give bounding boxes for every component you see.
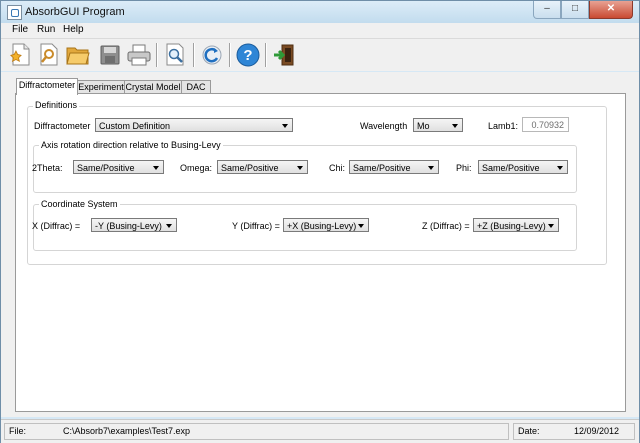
- diffractometer-label: Diffractometer: [34, 121, 91, 131]
- coordinate-system-group: Coordinate System X (Diffrac) = -Y (Busi…: [32, 199, 577, 251]
- exit-icon[interactable]: [271, 42, 297, 68]
- twotheta-select-value: Same/Positive: [77, 163, 135, 173]
- lamb1-field[interactable]: 0.70932: [522, 117, 569, 132]
- status-date-label: Date:: [518, 426, 540, 436]
- tab-crystal-model[interactable]: Crystal Model: [124, 80, 182, 94]
- phi-label: Phi:: [456, 163, 472, 173]
- twotheta-select[interactable]: Same/Positive: [73, 160, 164, 174]
- preview-icon[interactable]: [162, 42, 188, 68]
- menu-run[interactable]: Run: [37, 24, 55, 35]
- help-glyph: ?: [243, 47, 252, 64]
- twotheta-label: 2Theta:: [32, 163, 63, 173]
- maximize-button[interactable]: □: [561, 1, 589, 19]
- definitions-legend: Definitions: [33, 100, 80, 110]
- status-file-label: File:: [9, 426, 27, 436]
- tab-diffractometer[interactable]: Diffractometer: [16, 78, 78, 95]
- toolbar-separator: [229, 43, 231, 67]
- toolbar-separator: [156, 43, 158, 67]
- axis-rotation-group: Axis rotation direction relative to Busi…: [32, 140, 577, 193]
- print-icon[interactable]: [126, 42, 152, 68]
- definitions-group: Definitions Diffractometer Custom Defini…: [27, 100, 607, 265]
- save-icon[interactable]: [97, 42, 123, 68]
- status-date-value: 12/09/2012: [574, 426, 620, 436]
- toolbar-separator: [265, 43, 267, 67]
- x-diffrac-select-value: -Y (Busing-Levy): [95, 221, 162, 231]
- x-diffrac-label: X (Diffrac) =: [32, 221, 81, 231]
- toolbar: ?: [1, 39, 639, 71]
- omega-label: Omega:: [180, 163, 213, 173]
- coordinate-system-legend: Coordinate System: [39, 199, 120, 209]
- chevron-down-icon: [428, 166, 434, 170]
- open-folder-icon[interactable]: [65, 42, 91, 68]
- diffractometer-select-value: Custom Definition: [99, 121, 171, 131]
- help-icon[interactable]: ?: [235, 42, 261, 68]
- menu-file[interactable]: File: [12, 24, 28, 35]
- axis-rotation-legend: Axis rotation direction relative to Busi…: [39, 140, 223, 150]
- chi-label: Chi:: [329, 163, 346, 173]
- diffractometer-select[interactable]: Custom Definition: [95, 118, 293, 132]
- chevron-down-icon: [297, 166, 303, 170]
- status-bar: File: C:\Absorb7\examples\Test7.exp Date…: [1, 419, 639, 443]
- chevron-down-icon: [548, 224, 554, 228]
- menu-bar: File Run Help: [1, 23, 639, 39]
- minimize-button[interactable]: –: [533, 1, 561, 19]
- window-title: AbsorbGUI Program: [25, 6, 125, 18]
- y-diffrac-select[interactable]: +X (Busing-Levy): [283, 218, 369, 232]
- chevron-down-icon: [358, 224, 364, 228]
- title-bar[interactable]: AbsorbGUI Program – □ ✕: [1, 1, 639, 23]
- menu-help[interactable]: Help: [63, 24, 84, 35]
- chevron-down-icon: [557, 166, 563, 170]
- status-date-cell: Date: 12/09/2012: [513, 423, 635, 440]
- z-diffrac-select-value: +Z (Busing-Levy): [477, 221, 546, 231]
- x-diffrac-select[interactable]: -Y (Busing-Levy): [91, 218, 177, 232]
- chevron-down-icon: [166, 224, 172, 228]
- lamb1-label: Lamb1:: [488, 121, 519, 131]
- status-file-path: C:\Absorb7\examples\Test7.exp: [63, 426, 191, 436]
- wavelength-label: Wavelength: [360, 121, 408, 131]
- tab-experiment[interactable]: Experiment: [77, 80, 125, 94]
- app-icon: [7, 5, 22, 20]
- y-diffrac-select-value: +X (Busing-Levy): [287, 221, 357, 231]
- chi-select[interactable]: Same/Positive: [349, 160, 439, 174]
- chevron-down-icon: [282, 124, 288, 128]
- omega-select-value: Same/Positive: [221, 163, 279, 173]
- z-diffrac-label: Z (Diffrac) =: [422, 221, 470, 231]
- y-diffrac-label: Y (Diffrac) =: [232, 221, 280, 231]
- wavelength-select[interactable]: Mo: [413, 118, 463, 132]
- refresh-icon[interactable]: [199, 42, 225, 68]
- z-diffrac-select[interactable]: +Z (Busing-Levy): [473, 218, 559, 232]
- diffractometer-panel: Definitions Diffractometer Custom Defini…: [15, 93, 626, 412]
- tab-dac[interactable]: DAC: [181, 80, 211, 94]
- phi-select[interactable]: Same/Positive: [478, 160, 568, 174]
- chevron-down-icon: [452, 124, 458, 128]
- main-content: Diffractometer Experiment Crystal Model …: [1, 72, 639, 417]
- app-window: AbsorbGUI Program – □ ✕ File Run Help ? …: [0, 0, 640, 443]
- phi-select-value: Same/Positive: [482, 163, 540, 173]
- open-find-icon[interactable]: [36, 42, 62, 68]
- close-button[interactable]: ✕: [589, 1, 633, 19]
- toolbar-separator: [193, 43, 195, 67]
- wavelength-select-value: Mo: [417, 121, 430, 131]
- chi-select-value: Same/Positive: [353, 163, 411, 173]
- omega-select[interactable]: Same/Positive: [217, 160, 308, 174]
- status-file-cell: File: C:\Absorb7\examples\Test7.exp: [4, 423, 509, 440]
- chevron-down-icon: [153, 166, 159, 170]
- new-file-icon[interactable]: [8, 42, 34, 68]
